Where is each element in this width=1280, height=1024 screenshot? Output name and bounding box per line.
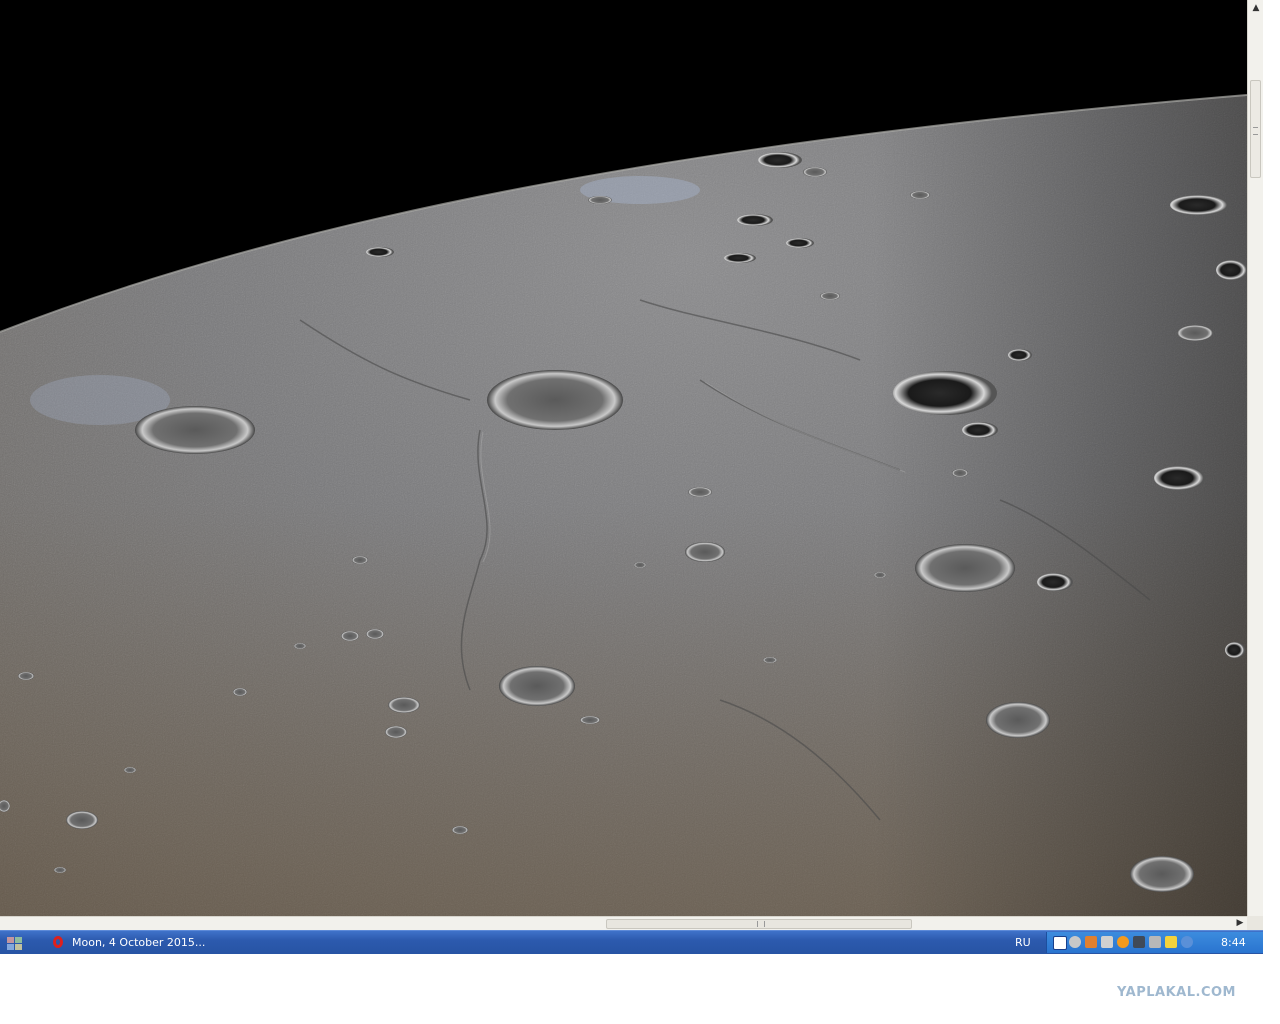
monitor-icon[interactable] bbox=[1133, 936, 1145, 948]
site-watermark: YAPLAKAL.COM bbox=[1117, 985, 1236, 1000]
scroll-up-arrow-icon[interactable]: ▲ bbox=[1249, 0, 1263, 16]
moon-surface-image bbox=[0, 0, 1247, 916]
taskbar-item-opera[interactable]: Moon, 4 October 2015... bbox=[50, 933, 230, 952]
scroll-grip-icon bbox=[1253, 127, 1258, 135]
browser-icon[interactable] bbox=[1117, 936, 1129, 948]
image-viewport bbox=[0, 0, 1247, 916]
horizontal-scroll-thumb[interactable] bbox=[606, 919, 912, 929]
scroll-right-arrow-icon[interactable]: ▶ bbox=[1233, 916, 1247, 930]
scrollbar-corner bbox=[1247, 916, 1263, 930]
taskbar-item-label: Moon, 4 October 2015... bbox=[72, 936, 206, 949]
language-indicator[interactable]: RU bbox=[1015, 934, 1031, 951]
volume-icon[interactable] bbox=[1085, 936, 1097, 948]
security-icon[interactable] bbox=[1181, 936, 1193, 948]
windows-flag-icon[interactable] bbox=[4, 934, 24, 951]
vertical-scroll-thumb[interactable] bbox=[1250, 80, 1261, 178]
window-icon[interactable] bbox=[1149, 936, 1161, 948]
help-icon[interactable] bbox=[1053, 936, 1067, 950]
scroll-grip-icon bbox=[757, 921, 765, 927]
clock[interactable]: 8:44 bbox=[1221, 934, 1246, 951]
system-tray: 8:44 bbox=[1046, 932, 1263, 953]
vertical-scrollbar[interactable]: ▲ bbox=[1247, 0, 1263, 916]
sync-icon[interactable] bbox=[1101, 936, 1113, 948]
horizontal-scrollbar[interactable] bbox=[0, 916, 1247, 930]
taskbar: Moon, 4 October 2015... RU 8:44 bbox=[0, 930, 1263, 954]
network-icon[interactable] bbox=[1069, 936, 1081, 948]
opera-icon bbox=[53, 936, 63, 948]
tool-icon[interactable] bbox=[1165, 936, 1177, 948]
